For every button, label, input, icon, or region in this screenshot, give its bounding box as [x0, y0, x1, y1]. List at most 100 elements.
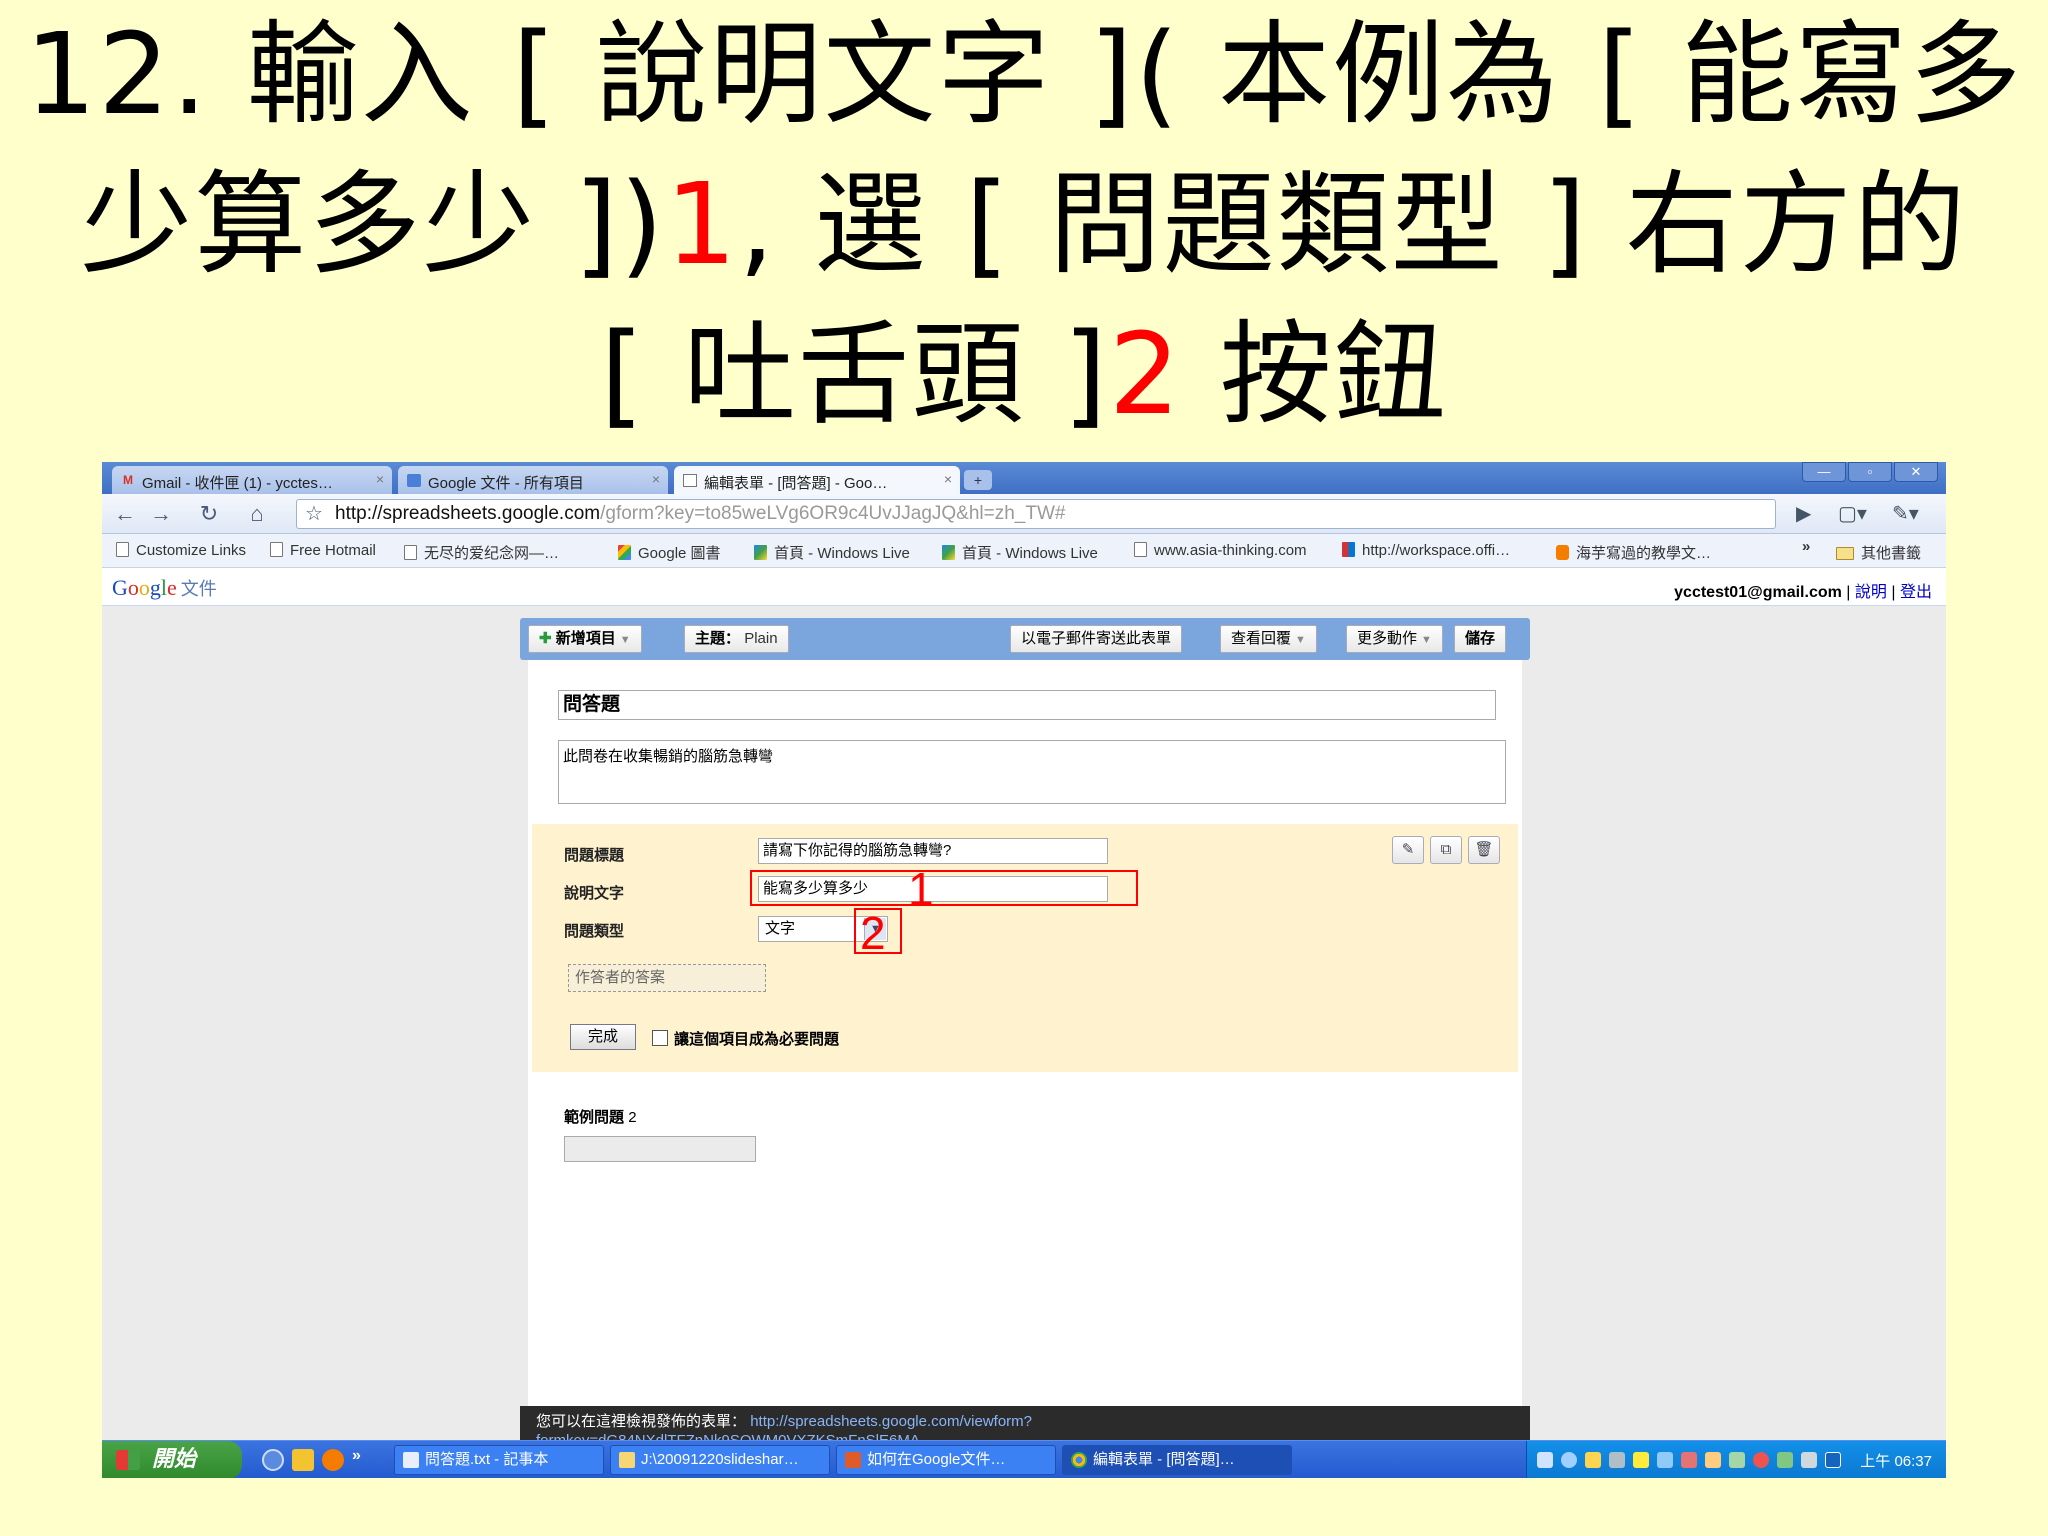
duplicate-icon[interactable]: ⧉: [1430, 836, 1462, 864]
windows-live-icon: [942, 545, 955, 560]
network-icon[interactable]: [1825, 1452, 1841, 1468]
task-folder[interactable]: J:\20091220slideshar…: [610, 1445, 830, 1475]
tray-icon[interactable]: [1561, 1452, 1577, 1468]
theme-button[interactable]: 主題： Plain: [684, 625, 789, 653]
view-responses-button[interactable]: 查看回覆 ▼: [1220, 625, 1317, 653]
task-notepad[interactable]: 問答題.txt - 記事本: [394, 1445, 604, 1475]
help-text-label: 說明文字: [564, 885, 625, 902]
close-window-button[interactable]: ✕: [1894, 462, 1938, 482]
browser-screenshot: M Gmail - 收件匣 (1) - ycctes… × Google 文件 …: [102, 462, 1946, 1478]
url-path: /gform?key=to85weLVg6OR9c4UvJJagJQ&hl=zh…: [600, 503, 1066, 524]
help-link[interactable]: 說明: [1855, 584, 1887, 601]
published-link[interactable]: http://spreadsheets.google.com/viewform?: [750, 1413, 1032, 1430]
bookmark-item[interactable]: 海芋寫過的教學文…: [1556, 542, 1711, 563]
bookmark-item[interactable]: Customize Links: [116, 542, 246, 559]
reload-icon[interactable]: ↻: [194, 500, 224, 528]
task-powerpoint[interactable]: 如何在Google文件…: [836, 1445, 1056, 1475]
slide-title-text: 少算多少 ]): [80, 160, 666, 290]
back-icon[interactable]: ←: [110, 500, 140, 528]
url-host: http://spreadsheets.google.com: [335, 503, 601, 524]
warning-icon[interactable]: [1705, 1452, 1721, 1468]
notepad-icon: [403, 1452, 419, 1468]
close-icon[interactable]: ×: [944, 471, 952, 487]
powerpoint-icon: [845, 1452, 861, 1468]
bookmark-label: 无尽的爱纪念网—…: [424, 545, 560, 562]
new-tab-button[interactable]: +: [964, 470, 992, 490]
form-description-input[interactable]: 此問卷在收集暢銷的腦筋急轉彎: [558, 740, 1506, 804]
question-title-label: 問題標題: [564, 847, 625, 864]
email-form-button[interactable]: 以電子郵件寄送此表單: [1010, 625, 1183, 653]
window-controls: — ▫ ✕: [1802, 462, 1938, 484]
restore-button[interactable]: ▫: [1848, 462, 1892, 482]
antivirus-icon[interactable]: [1753, 1452, 1769, 1468]
bookmark-label: 首頁 - Windows Live: [774, 545, 910, 562]
tray-icon[interactable]: [1585, 1452, 1601, 1468]
page-menu-icon[interactable]: ▢▾: [1838, 500, 1867, 528]
page-icon: [1134, 542, 1147, 557]
tray-icon[interactable]: [1777, 1452, 1793, 1468]
bookmark-item[interactable]: 无尽的爱纪念网—…: [404, 542, 559, 563]
question-title-input[interactable]: 請寫下你記得的腦筋急轉彎?: [758, 838, 1108, 864]
other-bookmarks[interactable]: 其他書籤: [1836, 542, 1921, 563]
save-button[interactable]: 儲存: [1454, 625, 1507, 653]
forward-icon[interactable]: →: [146, 500, 176, 528]
address-bar[interactable]: ☆ http://spreadsheets.google.com/gform?k…: [296, 499, 1776, 529]
trash-icon[interactable]: 🗑: [1468, 836, 1500, 864]
quicklaunch-icon[interactable]: [292, 1449, 314, 1471]
tray-icon[interactable]: [1729, 1452, 1745, 1468]
tray-icon[interactable]: [1609, 1452, 1625, 1468]
home-icon[interactable]: ⌂: [242, 500, 272, 528]
minimize-button[interactable]: —: [1802, 462, 1846, 482]
page-icon: [116, 542, 129, 557]
chrome-icon: [1071, 1452, 1087, 1468]
chevron-down-icon: ▼: [1295, 634, 1306, 646]
close-icon[interactable]: ×: [376, 471, 384, 487]
more-bookmarks-icon[interactable]: »: [1802, 538, 1810, 555]
go-icon[interactable]: ▶: [1796, 500, 1811, 528]
slide-title-text: [ 吐舌頭 ]: [600, 310, 1109, 440]
pencil-icon[interactable]: ✎: [1392, 836, 1424, 864]
bookmark-item[interactable]: Free Hotmail: [270, 542, 376, 559]
bookmark-item[interactable]: http://workspace.offi…: [1342, 542, 1510, 559]
close-icon[interactable]: ×: [652, 471, 660, 487]
tab-edit-form[interactable]: 編輯表單 - [問答題] - Goo… ×: [674, 466, 960, 494]
tab-gmail[interactable]: M Gmail - 收件匣 (1) - ycctes… ×: [112, 466, 392, 494]
star-icon[interactable]: ☆: [305, 500, 323, 528]
logout-link[interactable]: 登出: [1900, 584, 1932, 601]
button-label: 查看回覆: [1231, 630, 1292, 647]
ie-icon[interactable]: [262, 1449, 284, 1471]
sample-label-text: 範例問題: [564, 1109, 625, 1126]
slide-title-line-3: [ 吐舌頭 ]2 按鈕: [0, 300, 2048, 450]
question-actions: ✎ ⧉ 🗑: [1392, 836, 1500, 864]
logo-letter: g: [149, 575, 161, 600]
highlight-box-1: [750, 870, 1138, 906]
tray-icon[interactable]: [1657, 1452, 1673, 1468]
done-button[interactable]: 完成: [570, 1024, 636, 1050]
navigation-bar: ← → ↻ ⌂ ☆ http://spreadsheets.google.com…: [102, 494, 1946, 534]
bookmark-item[interactable]: Google 圖書: [618, 542, 721, 563]
start-button[interactable]: 開始: [102, 1441, 242, 1478]
shield-icon[interactable]: [1633, 1452, 1649, 1468]
bookmark-item[interactable]: 首頁 - Windows Live: [754, 542, 910, 563]
task-chrome[interactable]: 編輯表單 - [問答題]…: [1062, 1445, 1292, 1475]
google-logo[interactable]: Google 文件: [112, 575, 217, 601]
logo-letter: o: [127, 575, 139, 600]
task-label: J:\20091220slideshar…: [641, 1451, 799, 1468]
form-title-input[interactable]: 問答題: [558, 690, 1496, 720]
more-actions-button[interactable]: 更多動作 ▼: [1346, 625, 1443, 653]
bookmark-label: 首頁 - Windows Live: [962, 545, 1098, 562]
tray-icon[interactable]: [1537, 1452, 1553, 1468]
tray-icon[interactable]: [1681, 1452, 1697, 1468]
separator: |: [1846, 584, 1851, 601]
tab-google-docs[interactable]: Google 文件 - 所有項目 ×: [398, 466, 668, 494]
required-checkbox[interactable]: [652, 1030, 668, 1046]
docs-label: 文件: [180, 579, 217, 599]
bookmark-item[interactable]: www.asia-thinking.com: [1134, 542, 1307, 559]
wrench-icon[interactable]: ✎▾: [1892, 500, 1919, 528]
tray-icon[interactable]: [1801, 1452, 1817, 1468]
bookmark-label: 其他書籤: [1861, 545, 1922, 562]
quicklaunch-more-icon[interactable]: »: [352, 1447, 361, 1465]
bookmark-item[interactable]: 首頁 - Windows Live: [942, 542, 1098, 563]
add-item-button[interactable]: ✚ 新增項目 ▼: [528, 625, 642, 653]
firefox-icon[interactable]: [322, 1449, 344, 1471]
